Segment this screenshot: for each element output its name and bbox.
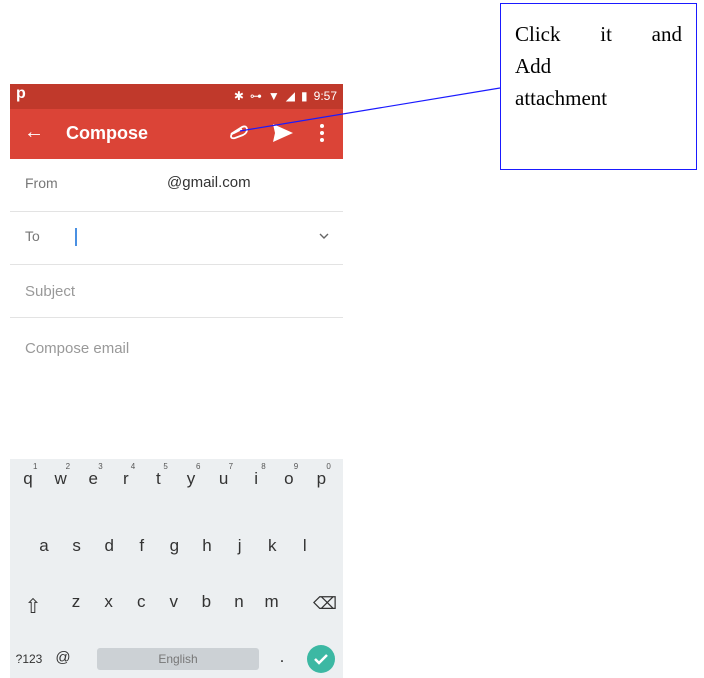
callout-line-2: Add	[515, 54, 552, 78]
callout-line-1: Click it and	[515, 18, 682, 50]
callout-line-3: attachment	[515, 86, 608, 110]
callout-word: and	[651, 22, 682, 46]
callout-word: it	[600, 22, 612, 46]
annotation-callout: Click it and Add attachment	[500, 3, 697, 170]
callout-word: Click	[515, 22, 561, 46]
